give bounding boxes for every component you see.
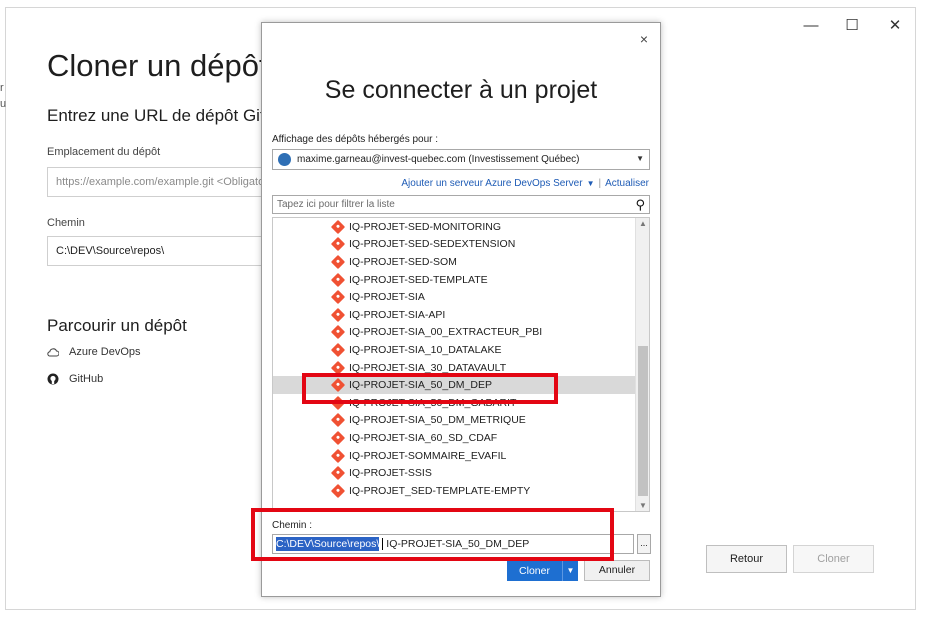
github-label: GitHub — [69, 373, 104, 385]
cancel-button[interactable]: Annuler — [584, 560, 650, 581]
hosted-repos-label: Affichage des dépôts hébergés pour : — [272, 134, 439, 145]
repo-list-item[interactable]: IQ-PROJET-SIA-API — [273, 306, 649, 324]
git-repo-icon — [330, 430, 346, 445]
clone-button-disabled[interactable]: Cloner — [793, 545, 874, 573]
repo-name: IQ-PROJET-SIA_30_DATAVAULT — [349, 361, 507, 374]
browse-path-button[interactable]: ... — [637, 534, 651, 554]
text-cursor — [382, 538, 384, 550]
filter-input[interactable]: Tapez ici pour filtrer la liste ⚲ — [272, 195, 650, 214]
repo-list[interactable]: IQ-PROJET-SED-MONITORING IQ-PROJET-SED-SE… — [272, 217, 650, 512]
repo-list-item[interactable]: IQ-PROJET-SED-SEDEXTENSION — [273, 236, 649, 254]
cloud-icon — [47, 347, 59, 356]
git-repo-icon — [330, 466, 346, 481]
chevron-down-icon[interactable]: ▼ — [587, 179, 595, 188]
connect-project-dialog: × Se connecter à un projet Affichage des… — [261, 22, 661, 597]
git-repo-icon — [330, 395, 346, 410]
refresh-link[interactable]: Actualiser — [605, 178, 649, 189]
minimize-icon[interactable]: — — [801, 16, 821, 36]
git-repo-icon — [330, 272, 346, 287]
page-title: Cloner un dépôt — [47, 48, 268, 83]
git-repo-icon — [330, 483, 346, 498]
path-rest-text: IQ-PROJET-SIA_50_DM_DEP — [386, 538, 530, 550]
azure-devops-label: Azure DevOps — [69, 346, 141, 358]
repo-list-item[interactable]: IQ-PROJET-SIA — [273, 288, 649, 306]
git-repo-icon — [330, 378, 346, 393]
search-icon[interactable]: ⚲ — [635, 197, 645, 213]
repo-name: IQ-PROJET-SIA-API — [349, 308, 446, 321]
repo-list-item[interactable]: IQ-PROJET-SED-MONITORING — [273, 218, 649, 236]
repo-list-item[interactable]: IQ-PROJET-SIA_50_DM_METRIQUE — [273, 412, 649, 430]
back-button[interactable]: Retour — [706, 545, 787, 573]
git-repo-icon — [330, 290, 346, 305]
close-icon[interactable]: ✕ — [885, 16, 905, 36]
repo-list-item[interactable]: IQ-PROJET-SIA_60_SD_CDAF — [273, 429, 649, 447]
path-input[interactable]: C:\DEV\Source\repos\ IQ-PROJET-SIA_50_DM… — [272, 534, 634, 554]
git-repo-icon — [330, 413, 346, 428]
git-repo-icon — [330, 448, 346, 463]
github-link[interactable]: GitHub — [47, 373, 103, 385]
server-links: Ajouter un serveur Azure DevOps Server ▼… — [401, 178, 649, 189]
path-label: Chemin : — [272, 520, 313, 531]
scroll-up-icon[interactable]: ▲ — [636, 219, 649, 228]
repo-list-item[interactable]: IQ-PROJET-SED-SOM — [273, 253, 649, 271]
git-repo-icon — [330, 237, 346, 252]
git-repo-icon — [330, 325, 346, 340]
path-label: Chemin — [47, 217, 85, 229]
repo-list-item[interactable]: IQ-PROJET_SED-TEMPLATE-EMPTY — [273, 482, 649, 500]
dialog-title: Se connecter à un projet — [324, 76, 598, 104]
clipped-text: ru — [0, 82, 7, 110]
git-repo-icon — [330, 307, 346, 322]
repo-name: IQ-PROJET-SIA_00_EXTRACTEUR_PBI — [349, 326, 543, 339]
scrollbar-thumb[interactable] — [638, 346, 648, 496]
repo-name: IQ-PROJET-SED-TEMPLATE — [349, 273, 488, 286]
repo-list-item[interactable]: IQ-PROJET-SIA_30_DATAVAULT — [273, 359, 649, 377]
path-input[interactable]: C:\DEV\Source\repos\ — [47, 236, 277, 266]
repo-list-item[interactable]: IQ-PROJET-SIA_50_DM_GABARIT — [273, 394, 649, 412]
repo-name: IQ-PROJET-SIA_60_SD_CDAF — [349, 431, 498, 444]
repo-list-item[interactable]: IQ-PROJET-SIA_00_EXTRACTEUR_PBI — [273, 324, 649, 342]
filter-placeholder: Tapez ici pour filtrer la liste — [277, 199, 395, 210]
browse-repo-title: Parcourir un dépôt — [47, 316, 187, 335]
account-globe-icon — [278, 153, 291, 166]
repo-name: IQ-PROJET-SIA_50_DM_DEP — [349, 379, 492, 392]
repo-list-item[interactable]: IQ-PROJET-SSIS — [273, 464, 649, 482]
clone-button[interactable]: Cloner ▼ — [507, 560, 578, 581]
repo-name: IQ-PROJET-SSIS — [349, 467, 432, 480]
scrollbar[interactable]: ▲ ▼ — [635, 218, 649, 511]
repo-name: IQ-PROJET_SED-TEMPLATE-EMPTY — [349, 484, 531, 497]
repo-list-item[interactable]: IQ-PROJET-SED-TEMPLATE — [273, 271, 649, 289]
add-server-link[interactable]: Ajouter un serveur Azure DevOps Server — [401, 178, 582, 189]
account-select[interactable]: maxime.garneau@invest-quebec.com (Invest… — [272, 149, 650, 170]
github-icon — [47, 373, 59, 385]
clone-button-label: Cloner — [519, 564, 550, 577]
path-selected-text: C:\DEV\Source\repos\ — [276, 537, 380, 551]
repo-location-label: Emplacement du dépôt — [47, 146, 161, 158]
link-separator: | — [598, 178, 602, 189]
repo-name: IQ-PROJET-SIA — [349, 291, 425, 304]
url-section-title: Entrez une URL de dépôt Git — [47, 106, 265, 125]
scroll-down-icon[interactable]: ▼ — [636, 501, 649, 510]
account-value: maxime.garneau@invest-quebec.com (Invest… — [297, 154, 580, 165]
azure-devops-link[interactable]: Azure DevOps — [47, 346, 141, 358]
git-repo-icon — [330, 360, 346, 375]
repo-name: IQ-PROJET-SIA_50_DM_GABARIT — [349, 396, 517, 409]
chevron-down-icon[interactable]: ▼ — [562, 560, 578, 581]
repo-list-item[interactable]: IQ-PROJET-SIA_50_DM_DEP — [273, 376, 649, 394]
repo-list-item[interactable]: IQ-PROJET-SIA_10_DATALAKE — [273, 341, 649, 359]
repo-name: IQ-PROJET-SIA_50_DM_METRIQUE — [349, 414, 526, 427]
repo-name: IQ-PROJET-SIA_10_DATALAKE — [349, 343, 502, 356]
repo-name: IQ-PROJET-SED-SEDEXTENSION — [349, 238, 516, 251]
repo-location-input[interactable]: https://example.com/example.git <Obligat… — [47, 167, 277, 197]
chevron-down-icon: ▼ — [636, 154, 644, 163]
repo-name: IQ-PROJET-SOMMAIRE_EVAFIL — [349, 449, 507, 462]
maximize-icon[interactable]: ☐ — [842, 16, 862, 36]
repo-name: IQ-PROJET-SED-MONITORING — [349, 220, 502, 233]
git-repo-icon — [330, 254, 346, 270]
repo-list-item[interactable]: IQ-PROJET-SOMMAIRE_EVAFIL — [273, 447, 649, 465]
repo-name: IQ-PROJET-SED-SOM — [349, 255, 457, 268]
close-icon[interactable]: × — [640, 31, 648, 47]
git-repo-icon — [330, 219, 346, 234]
git-repo-icon — [330, 342, 346, 358]
